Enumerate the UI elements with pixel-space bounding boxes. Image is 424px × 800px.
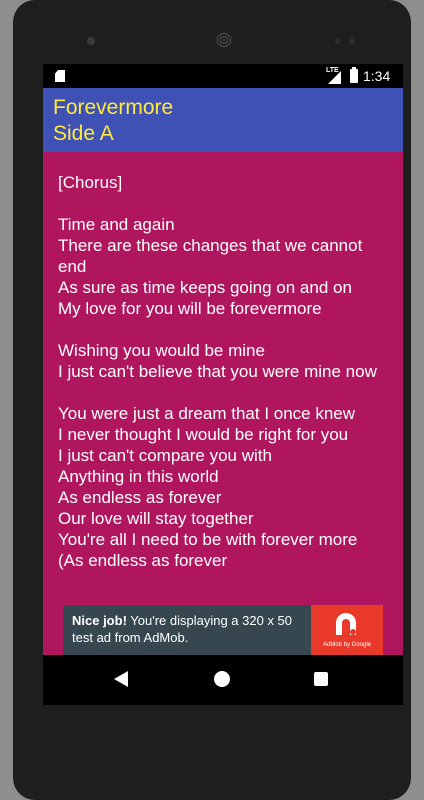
recents-square-icon[interactable] xyxy=(314,672,328,686)
phone-frame: LTE 1:34 Forevermore Side A [Chorus] Tim… xyxy=(13,0,411,800)
page-subtitle: Side A xyxy=(53,122,114,145)
lyrics-scroll-area[interactable]: [Chorus] Time and again There are these … xyxy=(43,152,403,655)
sensor-dot-icon xyxy=(335,38,341,44)
sensor-dot-icon xyxy=(349,38,355,44)
screen: LTE 1:34 Forevermore Side A [Chorus] Tim… xyxy=(43,64,403,705)
sd-card-icon xyxy=(55,70,65,82)
front-camera-icon xyxy=(87,37,95,45)
home-circle-icon[interactable] xyxy=(214,671,230,687)
earpiece-speaker-icon xyxy=(215,31,233,49)
status-time: 1:34 xyxy=(363,68,391,84)
ad-text: Nice job! You're displaying a 320 x 50 t… xyxy=(72,612,307,646)
app-bar: Forevermore Side A xyxy=(43,88,403,152)
navigation-bar xyxy=(43,655,403,705)
ad-brand: AdMob by Google xyxy=(322,642,372,648)
admob-logo-icon xyxy=(336,613,356,635)
lyrics-text: [Chorus] Time and again There are these … xyxy=(58,173,377,570)
page-title: Forevermore xyxy=(53,96,174,119)
ad-headline: Nice job! xyxy=(72,613,127,628)
back-triangle-icon[interactable] xyxy=(114,671,128,687)
network-type: LTE xyxy=(326,67,339,74)
status-bar: LTE 1:34 xyxy=(43,64,403,88)
ad-logo[interactable]: AdMob by Google xyxy=(311,605,383,655)
ad-banner[interactable]: Nice job! You're displaying a 320 x 50 t… xyxy=(63,605,383,655)
battery-icon xyxy=(350,67,358,83)
